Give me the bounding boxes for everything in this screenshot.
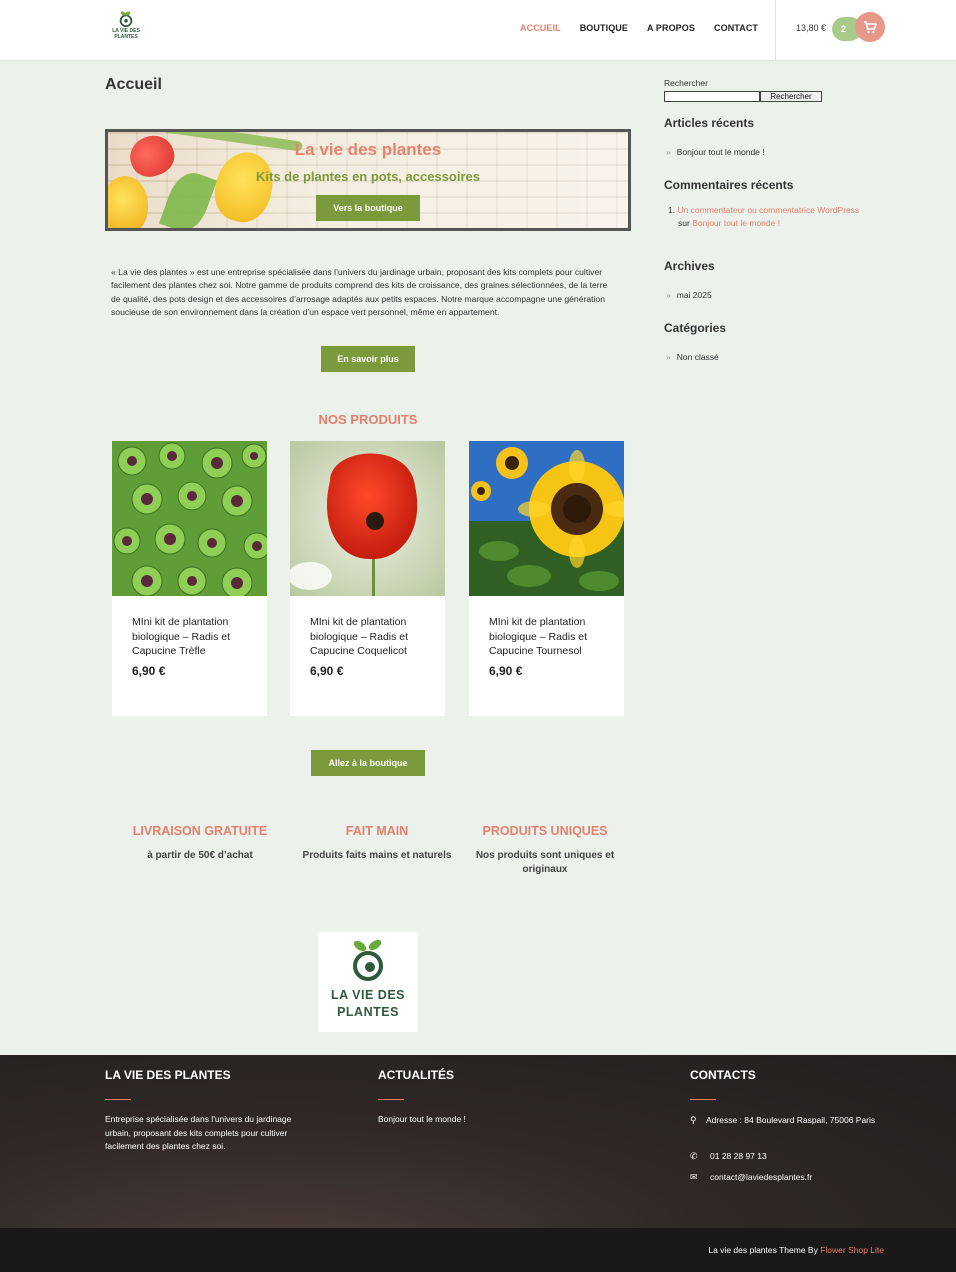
intro-text: « La vie des plantes » est une entrepris… [111,267,608,317]
chevron-right-icon: » [666,290,671,300]
sunflower-product-image[interactable] [469,441,624,596]
banner-subtitle: Kits de plantes en pots, accessoires [256,169,480,184]
credit-prefix: La vie des plantes Theme By [708,1245,818,1255]
footer-email[interactable]: contact@laviedesplantes.fr [710,1171,812,1185]
footer-divider [690,1099,716,1100]
banner-title: La vie des plantes [294,140,442,159]
yellow-tulip-image-2 [108,176,148,228]
footer-credit: La vie des plantes Theme By Flower Shop … [708,1245,884,1255]
feature-description: à partir de 50€ d’achat [147,850,253,861]
leaf-logo-icon [119,11,133,28]
nav-a-propos[interactable]: A PROPOS [647,23,695,33]
header-divider [775,0,776,61]
shop-link-button[interactable]: Vers la boutique [316,195,420,221]
search-label: Rechercher [664,78,708,88]
category-link[interactable]: Non classé [677,352,719,362]
recent-post-item[interactable]: » Bonjour tout le monde ! [666,147,765,157]
footer-about-title: LA VIE DES PLANTES [105,1068,231,1082]
product-price: 6,90 € [132,664,166,678]
footer-bottom-bar: La vie des plantes Theme By Flower Shop … [0,1228,956,1272]
comment-post-link[interactable]: Bonjour tout le monde ! [692,218,780,228]
footer-divider [378,1099,404,1100]
product-price: 6,90 € [310,664,344,678]
footer-phone[interactable]: 01 28 28 97 13 [710,1150,767,1164]
sunflower-icon [469,441,624,596]
product-name[interactable]: MIni kit de plantation biologique – Radi… [132,615,250,659]
archives-title: Archives [664,259,715,273]
site-logo[interactable]: LA VIE DES PLANTES [112,10,140,42]
chevron-right-icon: » [666,147,671,157]
feature-title: LIVRAISON GRATUITE [132,824,268,838]
go-to-shop-button[interactable]: Allez à la boutique [311,750,425,776]
product-name[interactable]: MIni kit de plantation biologique – Radi… [489,615,607,659]
nav-contact[interactable]: CONTACT [714,23,758,33]
clover-product-image[interactable] [112,441,267,596]
product-price: 6,90 € [489,664,523,678]
category-item[interactable]: » Non classé [666,352,719,362]
recent-posts-title: Articles récents [664,116,755,130]
recent-post-link[interactable]: Bonjour tout le monde ! [677,147,765,157]
chevron-right-icon: » [666,352,671,362]
nav-boutique[interactable]: BOUTIQUE [580,23,628,33]
site-footer: LA VIE DES PLANTES Entreprise spécialisé… [0,1055,956,1228]
feature-unique-products: PRODUITS UNIQUES Nos produits sont uniqu… [460,824,630,877]
cart-icon [864,21,877,34]
comment-on-label: sur [678,218,690,228]
footer-about-text: Entreprise spécialisée dans l'univers du… [105,1114,292,1151]
poppy-icon [290,441,445,596]
poppy-product-image[interactable] [290,441,445,596]
comment-author-link[interactable]: Un commentateur ou commentatrice WordPre… [677,205,859,215]
feature-title: FAIT MAIN [345,824,409,838]
feature-description: Nos produits sont uniques et originaux [475,850,615,875]
phone-icon: ✆ [690,1151,698,1161]
product-card[interactable]: MIni kit de plantation biologique – Radi… [469,441,624,716]
search-button[interactable]: Rechercher [760,91,822,102]
feature-description: Produits faits mains et naturels [302,850,452,861]
footer-contacts-title: CONTACTS [690,1068,756,1082]
cart-button[interactable] [855,12,885,42]
envelope-icon: ✉ [690,1172,698,1182]
products-section-title: NOS PRODUITS [318,412,418,427]
product-card[interactable]: MIni kit de plantation biologique – Radi… [290,441,445,716]
cart-total[interactable]: 13,80 € [796,23,826,33]
learn-more-button[interactable]: En savoir plus [321,346,415,372]
footer-address: Adresse : 84 Boulevard Raspail, 75006 Pa… [706,1115,876,1125]
nav-accueil[interactable]: ACCUEIL [520,23,561,33]
credit-link[interactable]: Flower Shop Lite [820,1245,884,1255]
footer-news-title: ACTUALITÉS [378,1068,454,1082]
feature-title: PRODUITS UNIQUES [482,824,608,838]
page-title: Accueil [105,76,162,93]
archive-item[interactable]: » mai 2025 [666,290,712,300]
leaf-logo-icon [353,939,383,981]
feature-free-delivery: LIVRAISON GRATUITE à partir de 50€ d’ach… [115,824,285,863]
product-name[interactable]: MIni kit de plantation biologique – Radi… [310,615,428,659]
brand-logo-text: LA VIE DES PLANTES [331,988,405,1019]
categories-title: Catégories [664,321,727,335]
recent-comments-title: Commentaires récents [664,178,794,192]
logo-text: LA VIE DES PLANTES [112,28,140,40]
main-nav: ACCUEIL BOUTIQUE A PROPOS CONTACT [520,23,777,33]
brand-logo: LA VIE DES PLANTES [318,932,418,1032]
footer-divider [105,1099,131,1100]
search-input[interactable] [664,91,760,102]
clover-icon [112,441,267,596]
site-header: LA VIE DES PLANTES ACCUEIL BOUTIQUE A PR… [0,0,956,61]
hero-banner: La vie des plantes Kits de plantes en po… [105,129,631,231]
product-card[interactable]: MIni kit de plantation biologique – Radi… [112,441,267,716]
recent-comment-item: 1. Un commentateur ou commentatrice Word… [668,205,860,228]
feature-handmade: FAIT MAIN Produits faits mains et nature… [292,824,462,863]
archive-link[interactable]: mai 2025 [677,290,712,300]
footer-news-link[interactable]: Bonjour tout le monde ! [378,1113,466,1127]
